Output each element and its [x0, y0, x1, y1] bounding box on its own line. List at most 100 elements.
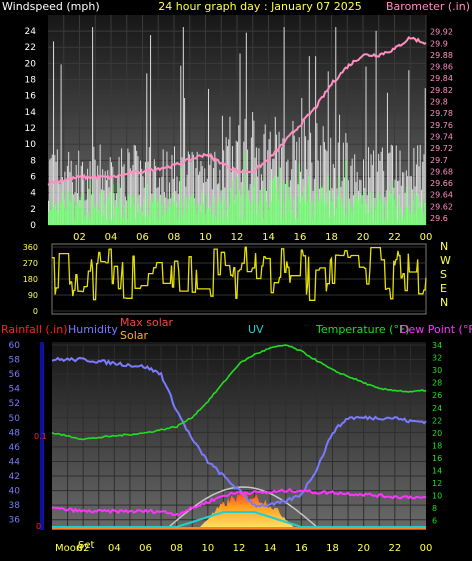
wind-average-bar [288, 198, 290, 225]
wind-average-bar [65, 210, 67, 225]
wind-average-bar [122, 218, 124, 225]
temperature-tick-label: 34 [432, 341, 442, 350]
wind-gust-bar [283, 27, 285, 226]
wind-average-bar [346, 213, 348, 225]
wind-average-bar [310, 201, 312, 225]
wind-tick-label: 0 [30, 221, 36, 231]
wind-average-bar [205, 194, 207, 225]
wind-gust-bar [368, 147, 370, 225]
wind-average-bar [157, 219, 159, 225]
wind-average-bar [298, 163, 300, 225]
wind-average-bar [138, 203, 140, 225]
wind-average-bar [413, 192, 415, 225]
wind-average-bar [407, 206, 409, 225]
wind-average-bar [196, 214, 198, 225]
wind-average-bar [397, 219, 399, 225]
direction-tick-label: 90 [28, 291, 38, 300]
wind-average-bar [379, 194, 381, 225]
wind-average-bar [84, 207, 86, 225]
wind-average-bar [258, 197, 260, 225]
wind-average-bar [274, 175, 276, 225]
wind-average-bar [105, 220, 108, 225]
wind-average-bar [268, 208, 270, 225]
wind-average-bar [98, 210, 100, 225]
wind-gust-bar [216, 184, 218, 225]
wind-average-bar [368, 213, 370, 225]
time-axis-top: 02 04 06 08 10 12 14 16 18 20 22 00 [73, 232, 432, 243]
time-tick-label: 08 [168, 232, 181, 243]
wind-average-bar [219, 203, 221, 225]
wind-average-bar [127, 196, 129, 225]
wind-average-bar [419, 201, 421, 225]
wind-average-bar [226, 218, 229, 225]
wind-average-bar [278, 167, 280, 225]
wind-average-bar [180, 168, 182, 225]
wind-tick-label: 16 [25, 92, 37, 102]
wind-gust-bar [196, 151, 198, 225]
wind-average-bar [417, 193, 419, 225]
wind-average-bar [176, 208, 178, 225]
wind-average-bar [162, 214, 164, 225]
wind-average-bar [51, 208, 53, 225]
time-tick-label: 20 [357, 543, 370, 554]
wind-average-bar [323, 203, 326, 225]
wind-average-bar [142, 214, 144, 225]
wind-average-bar [423, 198, 425, 225]
wind-average-bar [197, 203, 200, 225]
time-tick-label: 22 [388, 232, 401, 243]
time-tick-label: 22 [388, 543, 401, 554]
temperature-tick-label: 28 [432, 379, 442, 388]
temperature-tick-label: 8 [432, 504, 437, 513]
wind-average-bar [369, 191, 371, 225]
barometer-tick-label: 29.64 [430, 191, 453, 200]
wind-average-bar [117, 207, 119, 225]
wind-average-bar [325, 192, 327, 225]
wind-average-bar [335, 208, 337, 225]
time-tick-label: 10 [201, 543, 214, 554]
humidity-tick-label: 36 [9, 516, 21, 526]
temperature-tick-label: 30 [432, 366, 442, 375]
direction-tick-label: 0 [33, 307, 38, 316]
wind-average-bar [215, 202, 217, 225]
barometer-tick-label: 29.8 [430, 98, 448, 107]
wind-average-bar [70, 201, 72, 225]
humidity-tick-label: 44 [9, 457, 21, 467]
wind-gust-bar [373, 150, 375, 225]
wind-average-bar [132, 192, 134, 225]
wind-average-bar [313, 210, 315, 225]
wind-average-bar [321, 198, 323, 225]
wind-average-bar [194, 206, 196, 225]
time-tick-label: 14 [264, 543, 277, 554]
wind-average-bar [192, 195, 195, 225]
wind-average-bar [316, 185, 318, 225]
wind-average-bar [260, 190, 263, 225]
wind-gust-bar [105, 180, 107, 225]
graph-title: 24 hour graph day : January 07 2025 [158, 0, 362, 13]
wind-average-bar [153, 193, 155, 225]
wind-average-bar [281, 218, 283, 225]
wind-average-bar [202, 202, 205, 225]
time-tick-label: 06 [136, 232, 149, 243]
time-tick-label: 18 [325, 232, 338, 243]
wind-average-bar [297, 196, 299, 225]
wind-gust-bar [243, 141, 245, 225]
wind-average-bar [302, 192, 304, 225]
time-tick-label: 14 [262, 232, 275, 243]
wind-average-bar [150, 201, 152, 225]
wind-average-bar [311, 218, 313, 225]
wind-average-bar [422, 213, 424, 225]
wind-average-bar [393, 198, 395, 225]
wind-tick-label: 12 [25, 124, 36, 134]
wind-average-bar [97, 210, 99, 225]
wind-average-bar [218, 195, 220, 225]
wind-average-bar [126, 218, 128, 225]
wind-average-bar [124, 205, 126, 225]
wind-average-bar [347, 199, 350, 225]
wind-average-bar [95, 202, 98, 225]
wind-average-bar [289, 193, 292, 225]
wind-tick-label: 10 [25, 140, 37, 150]
wind-average-bar [146, 183, 148, 225]
wind-average-bar [48, 211, 50, 225]
wind-average-bar [220, 200, 222, 225]
time-tick-label: 06 [139, 543, 152, 554]
